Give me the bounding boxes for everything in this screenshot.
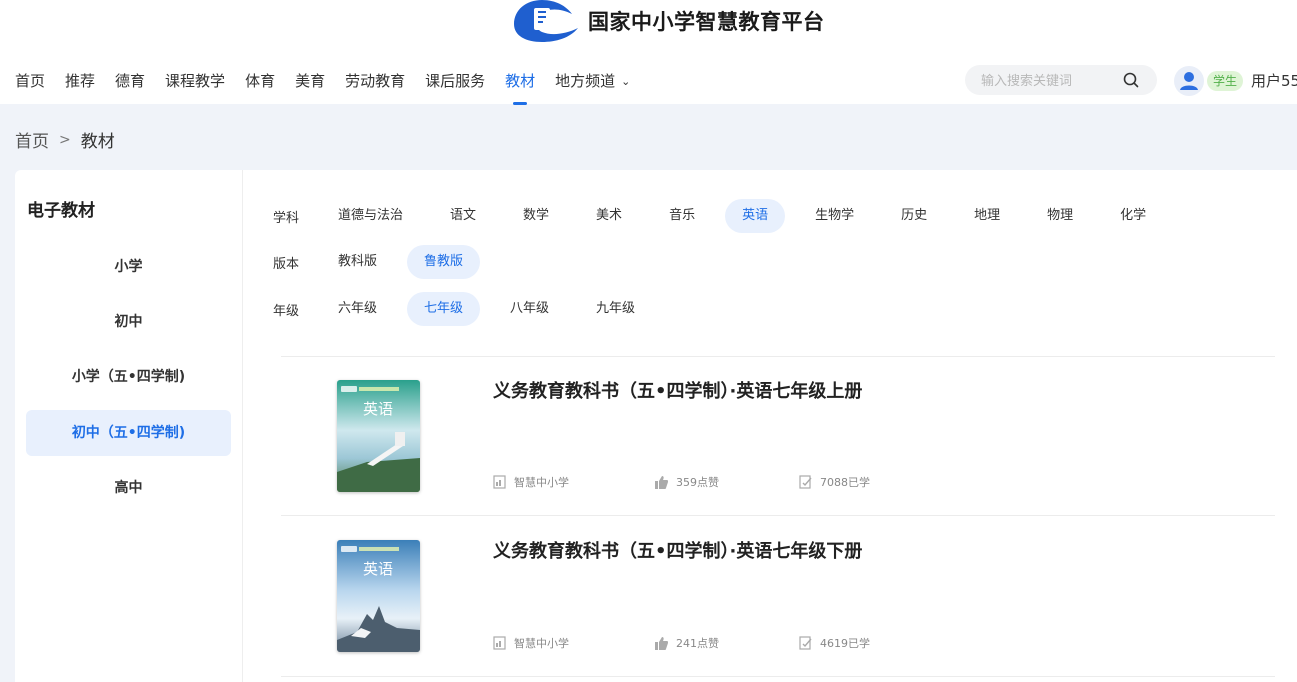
role-badge: 学生 bbox=[1207, 71, 1244, 91]
chip-edition-jiaoke[interactable]: 教科版 bbox=[321, 245, 394, 279]
nav-local-channel[interactable]: 地方频道 ⌄ bbox=[555, 70, 630, 91]
chip-grade-9[interactable]: 九年级 bbox=[579, 292, 652, 326]
publisher-icon bbox=[493, 636, 506, 650]
username[interactable]: 用户55 bbox=[1251, 70, 1297, 91]
chip-subject-history[interactable]: 历史 bbox=[884, 199, 944, 233]
thumbs-up-icon bbox=[655, 475, 668, 489]
nav-home[interactable]: 首页 bbox=[15, 70, 45, 91]
user-icon bbox=[1180, 72, 1198, 90]
nav-moral[interactable]: 德育 bbox=[115, 70, 145, 91]
nav-sports[interactable]: 体育 bbox=[245, 70, 275, 91]
subject-filter: 学科 道德与法治 语文 数学 美术 音乐 英语 生物学 历史 地理 物理 化学 bbox=[273, 199, 1193, 233]
book-likes: 241点赞 bbox=[655, 635, 719, 651]
learned-icon bbox=[799, 475, 812, 489]
book-title[interactable]: 义务教育教科书（五•四学制）·英语七年级上册 bbox=[493, 377, 862, 403]
breadcrumb-separator: > bbox=[59, 131, 71, 148]
learned-icon bbox=[799, 636, 812, 650]
chip-grade-6[interactable]: 六年级 bbox=[321, 292, 394, 326]
site-logo[interactable]: 国家中小学智慧教育平台 bbox=[512, 0, 825, 42]
book-cover-image: 英语 bbox=[337, 380, 420, 492]
book-publisher-text: 智慧中小学 bbox=[514, 637, 569, 650]
book-learners: 4619已学 bbox=[799, 635, 870, 651]
chip-edition-lujiao[interactable]: 鲁教版 bbox=[407, 245, 481, 279]
chip-subject-music[interactable]: 音乐 bbox=[652, 199, 712, 233]
main-nav: 首页 推荐 德育 课程教学 体育 美育 劳动教育 课后服务 教材 地方频道 ⌄ bbox=[15, 68, 650, 105]
divider bbox=[281, 515, 1275, 516]
nav-local-channel-label: 地方频道 bbox=[555, 71, 616, 90]
chip-subject-biology[interactable]: 生物学 bbox=[798, 199, 871, 233]
logo-icon bbox=[514, 0, 578, 42]
sidebar-item-primary[interactable]: 小学 bbox=[26, 244, 231, 290]
top-header: 国家中小学智慧教育平台 首页 推荐 德育 课程教学 体育 美育 劳动教育 课后服… bbox=[0, 0, 1297, 105]
chip-subject-math[interactable]: 数学 bbox=[506, 199, 566, 233]
thumbs-up-icon bbox=[655, 636, 668, 650]
book-likes-text: 359点赞 bbox=[676, 476, 719, 489]
chevron-down-icon: ⌄ bbox=[621, 74, 631, 88]
search-icon[interactable] bbox=[1123, 72, 1139, 88]
divider bbox=[281, 356, 1275, 357]
chip-subject-morality[interactable]: 道德与法治 bbox=[321, 199, 420, 233]
nav-arts[interactable]: 美育 bbox=[295, 70, 325, 91]
book-cover-text: 英语 bbox=[363, 400, 393, 418]
site-title: 国家中小学智慧教育平台 bbox=[588, 9, 825, 34]
book-cover[interactable]: 英语 bbox=[337, 380, 420, 492]
book-cover-image: 英语 bbox=[337, 540, 420, 652]
sidebar-item-junior-54[interactable]: 初中（五•四学制) bbox=[26, 410, 231, 456]
sidebar-item-primary-54[interactable]: 小学（五•四学制) bbox=[26, 354, 231, 400]
book-learners: 7088已学 bbox=[799, 474, 870, 490]
sidebar: 电子教材 小学 初中 小学（五•四学制) 初中（五•四学制) 高中 bbox=[15, 170, 243, 682]
sidebar-title: 电子教材 bbox=[27, 201, 95, 221]
edition-filter: 版本 教科版 鲁教版 bbox=[273, 245, 510, 279]
book-likes-text: 241点赞 bbox=[676, 637, 719, 650]
content-panel: 电子教材 小学 初中 小学（五•四学制) 初中（五•四学制) 高中 学科 道德与… bbox=[15, 170, 1297, 682]
chip-subject-art[interactable]: 美术 bbox=[579, 199, 639, 233]
book-publisher: 智慧中小学 bbox=[493, 474, 569, 490]
chip-subject-physics[interactable]: 物理 bbox=[1030, 199, 1090, 233]
nav-course-teaching[interactable]: 课程教学 bbox=[165, 70, 225, 91]
book-learners-text: 7088已学 bbox=[820, 476, 870, 489]
search-box bbox=[965, 65, 1157, 95]
chip-grade-8[interactable]: 八年级 bbox=[493, 292, 566, 326]
chip-subject-chinese[interactable]: 语文 bbox=[433, 199, 493, 233]
book-publisher: 智慧中小学 bbox=[493, 635, 569, 651]
chip-subject-geography[interactable]: 地理 bbox=[957, 199, 1017, 233]
breadcrumb: 首页 > 教材 bbox=[15, 127, 115, 153]
chip-subject-english[interactable]: 英语 bbox=[725, 199, 786, 233]
book-likes: 359点赞 bbox=[655, 474, 719, 490]
search-input[interactable] bbox=[979, 71, 1123, 91]
nav-textbooks[interactable]: 教材 bbox=[505, 70, 535, 105]
book-publisher-text: 智慧中小学 bbox=[514, 476, 569, 489]
breadcrumb-home[interactable]: 首页 bbox=[15, 127, 49, 152]
book-title[interactable]: 义务教育教科书（五•四学制）·英语七年级下册 bbox=[493, 537, 862, 563]
sidebar-item-junior[interactable]: 初中 bbox=[26, 299, 231, 345]
chip-grade-7[interactable]: 七年级 bbox=[407, 292, 481, 326]
book-cover-text: 英语 bbox=[363, 560, 393, 578]
grade-filter: 年级 六年级 七年级 八年级 九年级 bbox=[273, 292, 682, 326]
sidebar-item-senior[interactable]: 高中 bbox=[26, 465, 231, 511]
avatar[interactable] bbox=[1174, 66, 1204, 96]
nav-after-school[interactable]: 课后服务 bbox=[425, 70, 485, 91]
nav-labor[interactable]: 劳动教育 bbox=[345, 70, 405, 91]
book-cover[interactable]: 英语 bbox=[337, 540, 420, 652]
breadcrumb-current: 教材 bbox=[80, 132, 115, 152]
book-learners-text: 4619已学 bbox=[820, 637, 870, 650]
publisher-icon bbox=[493, 475, 506, 489]
chip-subject-chemistry[interactable]: 化学 bbox=[1103, 199, 1163, 233]
nav-recommend[interactable]: 推荐 bbox=[65, 70, 95, 91]
divider bbox=[281, 676, 1275, 677]
